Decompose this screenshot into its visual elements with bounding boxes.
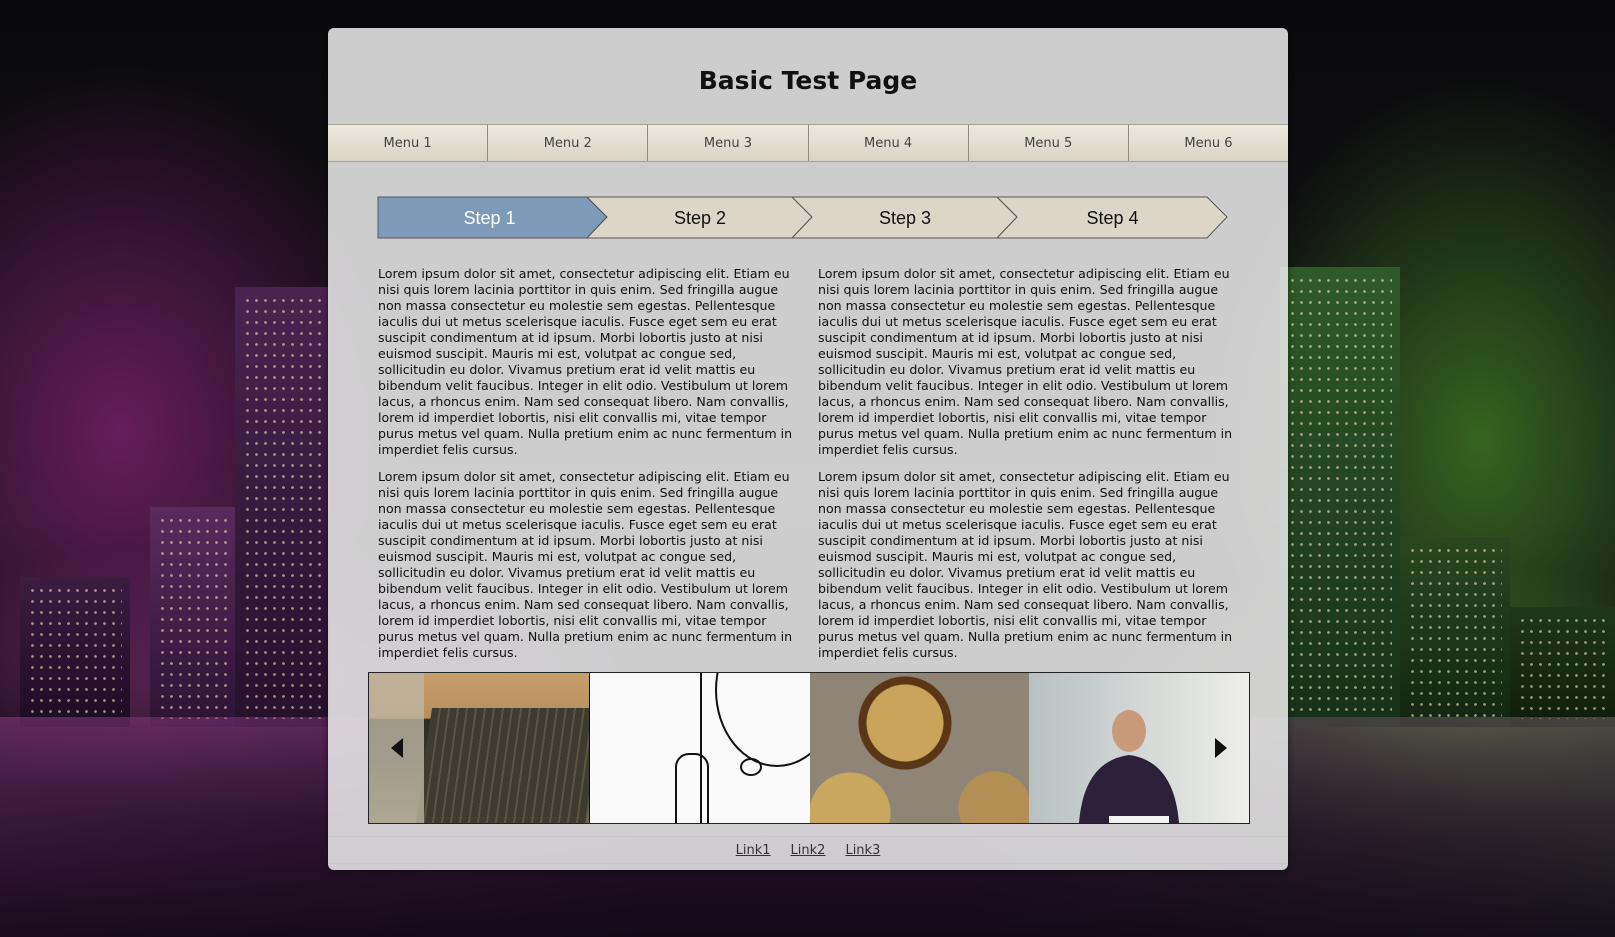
comic-figure — [674, 753, 709, 823]
image-carousel — [368, 672, 1250, 824]
building-right-mid — [1400, 537, 1510, 727]
carousel-image-closeup[interactable] — [809, 673, 1030, 823]
step-2-label[interactable]: Step 2 — [595, 196, 805, 240]
step-1-label[interactable]: Step 1 — [377, 196, 602, 240]
paragraph: Lorem ipsum dolor sit amet, consectetur … — [818, 266, 1233, 457]
step-progress: Step 1 Step 2 Step 3 Step 4 — [377, 196, 1229, 240]
building-left-mid — [150, 507, 235, 727]
footer-link-2[interactable]: Link2 — [791, 843, 826, 858]
building-left-tall — [235, 287, 330, 727]
content-column-right: Lorem ipsum dolor sit amet, consectetur … — [818, 266, 1238, 672]
paragraph: Lorem ipsum dolor sit amet, consectetur … — [378, 266, 793, 457]
step-3-label[interactable]: Step 3 — [800, 196, 1010, 240]
paragraph: Lorem ipsum dolor sit amet, consectetur … — [818, 469, 1233, 660]
menu-item-2[interactable]: Menu 2 — [488, 125, 649, 161]
main-menu: Menu 1 Menu 2 Menu 3 Menu 4 Menu 5 Menu … — [328, 124, 1288, 162]
menu-item-4[interactable]: Menu 4 — [809, 125, 969, 161]
building-right-tall — [1280, 267, 1400, 727]
building-right-small — [1510, 607, 1615, 727]
menu-item-3[interactable]: Menu 3 — [648, 125, 809, 161]
content-columns: Lorem ipsum dolor sit amet, consectetur … — [378, 266, 1238, 672]
menu-item-5[interactable]: Menu 5 — [969, 125, 1129, 161]
content-column-left: Lorem ipsum dolor sit amet, consectetur … — [378, 266, 798, 672]
step-4-label[interactable]: Step 4 — [1005, 196, 1220, 240]
page-footer: Link1 Link2 Link3 — [328, 836, 1288, 864]
building-left-small — [20, 577, 130, 727]
carousel-image-comic[interactable] — [588, 673, 810, 823]
triangle-left-icon — [391, 738, 403, 758]
menu-item-1[interactable]: Menu 1 — [328, 125, 489, 161]
footer-link-1[interactable]: Link1 — [736, 843, 771, 858]
triangle-right-icon — [1215, 738, 1227, 758]
footer-link-3[interactable]: Link3 — [845, 843, 880, 858]
comic-bubble-small — [739, 758, 762, 776]
menu-item-6[interactable]: Menu 6 — [1129, 125, 1288, 161]
paragraph: Lorem ipsum dolor sit amet, consectetur … — [378, 469, 793, 660]
page-header: Basic Test Page — [328, 28, 1288, 124]
page-container: Basic Test Page Menu 1 Menu 2 Menu 3 Men… — [328, 28, 1288, 870]
page-title: Basic Test Page — [698, 65, 918, 95]
carousel-prev-button[interactable] — [377, 728, 417, 768]
laptop-keyboard — [415, 708, 589, 823]
speaker-figure — [1079, 710, 1180, 823]
comic-bubble — [714, 673, 810, 767]
carousel-next-button[interactable] — [1201, 728, 1241, 768]
